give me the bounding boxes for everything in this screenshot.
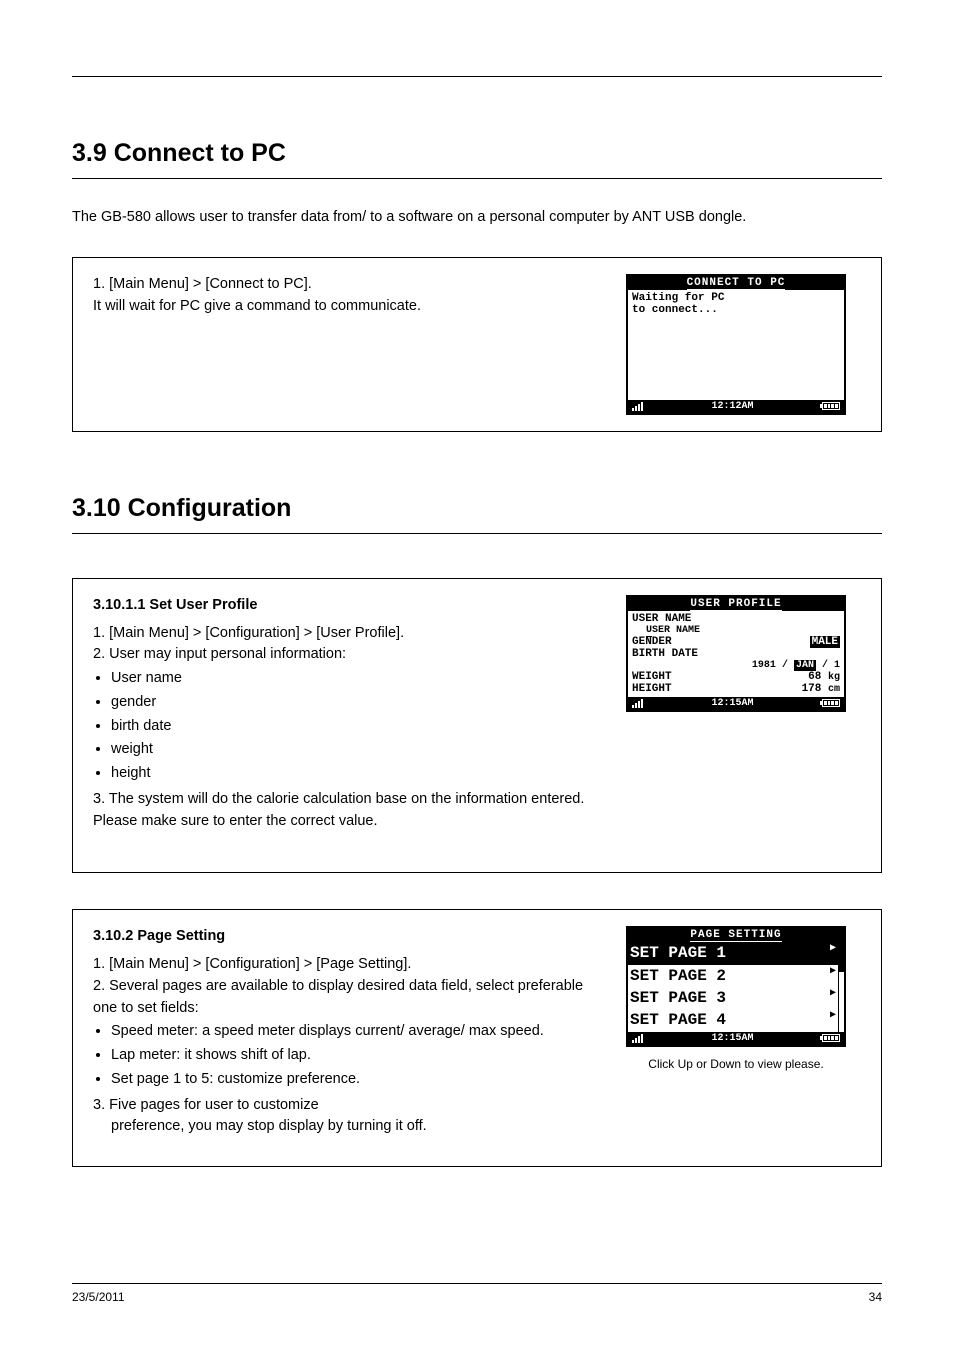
menu-item: SET PAGE 2▶	[628, 965, 838, 987]
field-value: 68 kg	[808, 671, 840, 683]
field-label: GENDER	[632, 636, 672, 648]
step-text: 1. [Main Menu] > [Connect to PC].	[93, 274, 595, 296]
scrollbar	[838, 942, 844, 1032]
footer: 23/5/2011 34	[72, 1283, 882, 1304]
device-status: 12:15AM	[628, 1032, 844, 1045]
device-body: Waiting for PC to connect...	[628, 290, 844, 400]
field-value: 1981 / JAN / 1	[632, 660, 840, 671]
device-title: PAGE SETTING	[628, 928, 844, 942]
footer-rule	[72, 1283, 882, 1284]
list-item: weight	[111, 739, 595, 761]
chevron-right-icon: ▶	[830, 1009, 836, 1031]
footer-date: 23/5/2011	[72, 1290, 125, 1304]
signal-icon	[632, 699, 643, 708]
device-status: 12:12AM	[628, 400, 844, 413]
list-item: Lap meter: it shows shift of lap.	[111, 1045, 595, 1067]
device-title: USER PROFILE	[628, 597, 844, 611]
list-item: birth date	[111, 716, 595, 738]
field-label: HEIGHT	[632, 683, 672, 695]
device-status: 12:15AM	[628, 697, 844, 710]
list-item: Speed meter: a speed meter displays curr…	[111, 1021, 595, 1043]
chevron-right-icon: ▶	[830, 965, 836, 987]
field-row: WEIGHT 68 kg	[632, 671, 840, 683]
battery-icon	[822, 402, 840, 410]
step-text: 1. [Main Menu] > [Configuration] > [Page…	[93, 954, 595, 976]
list-item: height	[111, 763, 595, 785]
device-line: to connect...	[632, 304, 840, 316]
box-right: USER PROFILE USER NAME UUSER NAMESER NAM…	[611, 595, 861, 833]
box-left: 3.10.1.1 Set User Profile 1. [Main Menu]…	[93, 595, 611, 833]
field-value: 178 cm	[802, 683, 840, 695]
page: 3.9 Connect to PC The GB-580 allows user…	[0, 0, 954, 1350]
sub-heading: 3.10.2 Page Setting	[93, 926, 595, 948]
battery-icon	[822, 699, 840, 707]
step-after: It will wait for PC give a command to co…	[93, 296, 595, 318]
chevron-right-icon: ▶	[830, 942, 836, 964]
field-row: HEIGHT 178 cm	[632, 683, 840, 695]
step-text: 3. The system will do the calorie calcul…	[93, 789, 595, 833]
step-text: 3. Five pages for user to customize	[93, 1095, 595, 1117]
device-time: 12:12AM	[711, 401, 753, 412]
footer-page: 34	[869, 1290, 882, 1304]
sub-heading: 3.10.1.1 Set User Profile	[93, 595, 595, 617]
menu-item: SET PAGE 3▶	[628, 987, 838, 1009]
divider	[72, 178, 882, 179]
device-page-setting: PAGE SETTING SET PAGE 1▶ SET PAGE 2▶ SET…	[626, 926, 846, 1047]
step-text: 2. Several pages are available to displa…	[93, 976, 595, 1020]
box-left: 1. [Main Menu] > [Connect to PC]. It wil…	[93, 274, 611, 415]
device-time: 12:15AM	[711, 1033, 753, 1044]
menu-item: SET PAGE 4▶	[628, 1009, 838, 1031]
box-right: PAGE SETTING SET PAGE 1▶ SET PAGE 2▶ SET…	[611, 926, 861, 1138]
header-rule	[72, 76, 882, 77]
box-connect: 1. [Main Menu] > [Connect to PC]. It wil…	[72, 257, 882, 432]
battery-icon	[822, 1034, 840, 1042]
hint-text: Click Up or Down to view please.	[648, 1057, 823, 1071]
signal-icon	[632, 402, 643, 411]
list-item: User name	[111, 668, 595, 690]
device-line: Waiting for PC	[632, 292, 840, 304]
page-setting-list: Speed meter: a speed meter displays curr…	[111, 1021, 595, 1090]
box-right: CONNECT TO PC Waiting for PC to connect.…	[611, 274, 861, 415]
field-row: GENDER MALE	[632, 636, 840, 648]
field-label: BIRTH DATE	[632, 648, 840, 660]
section-title-connect: 3.9 Connect to PC	[72, 139, 882, 168]
section-title-config: 3.10 Configuration	[72, 494, 882, 523]
profile-list: User name gender birth date weight heigh…	[111, 668, 595, 785]
menu-item-selected: SET PAGE 1▶	[628, 942, 838, 964]
field-value: MALE	[810, 636, 840, 648]
device-time: 12:15AM	[711, 698, 753, 709]
step-text: preference, you may stop display by turn…	[111, 1116, 595, 1138]
section-intro-connect: The GB-580 allows user to transfer data …	[72, 207, 882, 229]
list-item: Set page 1 to 5: customize preference.	[111, 1069, 595, 1091]
field-label: USER NAME	[632, 613, 840, 625]
step-text: 1. [Main Menu] > [Configuration] > [User…	[93, 623, 595, 645]
device-body: SET PAGE 1▶ SET PAGE 2▶ SET PAGE 3▶ SET …	[628, 942, 844, 1032]
device-user-profile: USER PROFILE USER NAME UUSER NAMESER NAM…	[626, 595, 846, 712]
device-title: CONNECT TO PC	[628, 276, 844, 290]
box-page-setting: 3.10.2 Page Setting 1. [Main Menu] > [Co…	[72, 909, 882, 1167]
signal-icon	[632, 1034, 643, 1043]
list-item: gender	[111, 692, 595, 714]
device-connect: CONNECT TO PC Waiting for PC to connect.…	[626, 274, 846, 415]
box-left: 3.10.2 Page Setting 1. [Main Menu] > [Co…	[93, 926, 611, 1138]
divider	[72, 533, 882, 534]
chevron-right-icon: ▶	[830, 987, 836, 1009]
box-user-profile: 3.10.1.1 Set User Profile 1. [Main Menu]…	[72, 578, 882, 874]
device-body: USER NAME UUSER NAMESER NAME GENDER MALE…	[628, 611, 844, 697]
field-value: UUSER NAMESER NAME	[632, 625, 840, 636]
field-label: WEIGHT	[632, 671, 672, 683]
step-text: 2. User may input personal information:	[93, 644, 595, 666]
